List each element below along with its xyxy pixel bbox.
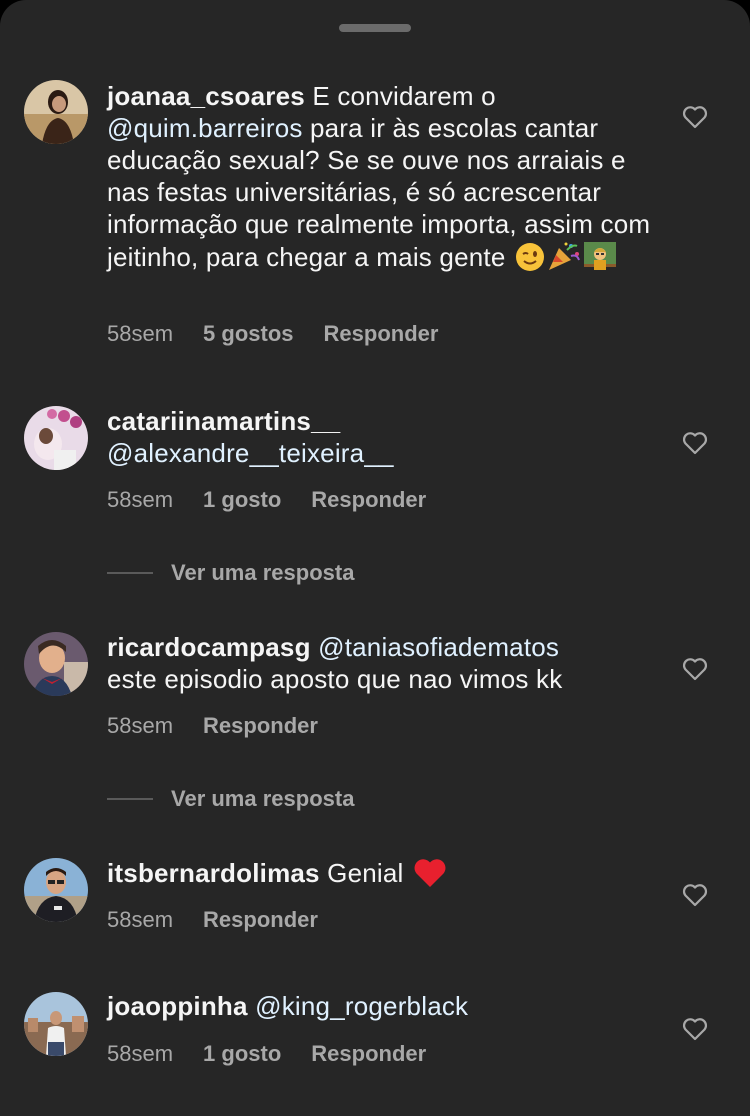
red-heart-icon xyxy=(413,858,447,895)
comments-sheet: joanaa_csoares E convidarem o @quim.barr… xyxy=(0,0,750,1116)
like-heart-icon[interactable] xyxy=(682,657,708,681)
comment-username[interactable]: catariinamartins__ xyxy=(107,406,340,436)
reply-button[interactable]: Responder xyxy=(203,907,318,932)
comment-time: 58sem xyxy=(107,321,174,346)
teacher-icon xyxy=(583,240,617,279)
comment-time: 58sem xyxy=(107,487,174,512)
avatar[interactable] xyxy=(24,406,88,470)
comment-username[interactable]: joaoppinha xyxy=(107,991,248,1021)
comment-username[interactable]: joanaa_csoares xyxy=(107,81,305,111)
reply-button[interactable]: Responder xyxy=(203,713,318,738)
like-heart-icon[interactable] xyxy=(682,105,708,129)
avatar[interactable] xyxy=(24,992,88,1056)
comment-mention[interactable]: @alexandre__teixeira__ xyxy=(107,438,394,468)
reply-button[interactable]: Responder xyxy=(311,487,426,512)
comment-body: joaoppinha @king_rogerblack xyxy=(107,990,652,1022)
comment-text: este episodio aposto que nao vimos kk xyxy=(107,664,563,694)
winking-face-icon xyxy=(515,242,545,279)
comment-mention[interactable]: @king_rogerblack xyxy=(255,991,468,1021)
reply-button[interactable]: Responder xyxy=(324,321,439,346)
comment-body: itsbernardolimas Genial xyxy=(107,857,652,895)
comment-body: ricardocampasg @taniasofiadematos este e… xyxy=(107,631,652,695)
comment-mention[interactable]: @quim.barreiros xyxy=(107,113,303,143)
avatar[interactable] xyxy=(24,858,88,922)
reply-button[interactable]: Responder xyxy=(311,1041,426,1066)
avatar[interactable] xyxy=(24,632,88,696)
comment-meta: 58sem Responder xyxy=(107,713,348,739)
view-replies-button[interactable]: Ver uma resposta xyxy=(107,560,354,586)
likes-count[interactable]: 1 gosto xyxy=(203,1041,281,1066)
view-replies-label: Ver uma resposta xyxy=(171,560,355,585)
comment-meta: 58sem 1 gosto Responder xyxy=(107,487,456,513)
comment-time: 58sem xyxy=(107,1041,174,1066)
comment-meta: 58sem 1 gosto Responder xyxy=(107,1041,456,1067)
view-replies-button[interactable]: Ver uma resposta xyxy=(107,786,354,812)
comment-username[interactable]: ricardocampasg xyxy=(107,632,311,662)
comment-body: catariinamartins__ @alexandre__teixeira_… xyxy=(107,405,652,469)
comment-mention[interactable]: @taniasofiadematos xyxy=(318,632,559,662)
like-heart-icon[interactable] xyxy=(682,1017,708,1041)
comment-username[interactable]: itsbernardolimas xyxy=(107,858,320,888)
avatar[interactable] xyxy=(24,80,88,144)
like-heart-icon[interactable] xyxy=(682,431,708,455)
sheet-drag-handle[interactable] xyxy=(339,24,411,32)
view-replies-label: Ver uma resposta xyxy=(171,786,355,811)
likes-count[interactable]: 5 gostos xyxy=(203,321,293,346)
comment-meta: 58sem Responder xyxy=(107,907,348,933)
likes-count[interactable]: 1 gosto xyxy=(203,487,281,512)
replies-divider xyxy=(107,572,153,575)
comment-text: E convidarem o xyxy=(304,81,496,111)
comment-time: 58sem xyxy=(107,907,174,932)
comment-text: Genial xyxy=(319,858,411,888)
like-heart-icon[interactable] xyxy=(682,883,708,907)
comment-body: joanaa_csoares E convidarem o @quim.barr… xyxy=(107,80,652,279)
party-popper-icon xyxy=(547,240,581,279)
comment-time: 58sem xyxy=(107,713,174,738)
comment-meta: 58sem 5 gostos Responder xyxy=(107,321,468,347)
replies-divider xyxy=(107,798,153,801)
